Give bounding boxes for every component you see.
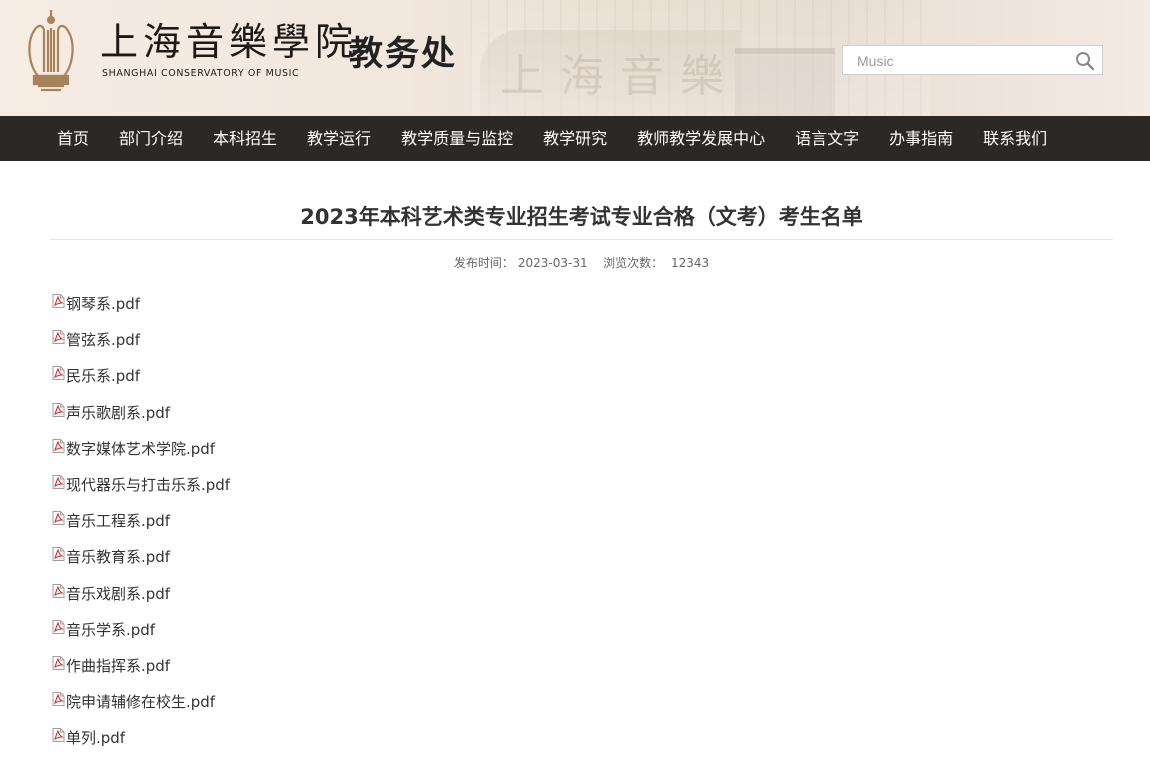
attachment-link[interactable]: 单列.pdf bbox=[66, 726, 125, 750]
attachment-link[interactable]: 院申请辅修在校生.pdf bbox=[66, 690, 215, 714]
attachment-item: 数字媒体艺术学院.pdf bbox=[52, 437, 230, 473]
nav-item-contact[interactable]: 联系我们 bbox=[968, 116, 1062, 161]
attachment-item: 声乐歌剧系.pdf bbox=[52, 401, 230, 437]
article-title: 2023年本科艺术类专业招生考试专业合格（文考）考生名单 bbox=[300, 205, 863, 229]
pdf-icon bbox=[52, 330, 65, 345]
main-navigation: 首页 部门介绍 本科招生 教学运行 教学质量与监控 教学研究 教师教学发展中心 … bbox=[0, 116, 1150, 161]
pdf-icon bbox=[52, 366, 65, 381]
title-divider bbox=[50, 239, 1113, 240]
lyre-logo-icon[interactable] bbox=[22, 6, 80, 96]
attachment-link[interactable]: 数字媒体艺术学院.pdf bbox=[66, 437, 215, 461]
pdf-icon bbox=[52, 655, 65, 670]
attachment-item: 音乐学系.pdf bbox=[52, 618, 230, 654]
views-count: 12343 bbox=[670, 256, 710, 270]
pdf-icon bbox=[52, 438, 65, 453]
views-label: 浏览次数： bbox=[603, 256, 664, 270]
site-header: 上海音樂 上海音樂學院 SHANGHAI CONSERVATORY OF MUS… bbox=[0, 0, 1150, 116]
publish-label: 发布时间： bbox=[453, 256, 514, 270]
attachment-list: 钢琴系.pdf 管弦系.pdf 民乐系.pdf 声乐歌剧系.pdf 数字媒体艺术… bbox=[52, 292, 230, 762]
attachment-item: 音乐教育系.pdf bbox=[52, 545, 230, 581]
search-input[interactable] bbox=[843, 46, 1079, 76]
logo-english-wordmark[interactable]: SHANGHAI CONSERVATORY OF MUSIC bbox=[102, 68, 299, 79]
attachment-item: 音乐戏剧系.pdf bbox=[52, 582, 230, 618]
pdf-icon bbox=[52, 547, 65, 562]
nav-item-home[interactable]: 首页 bbox=[42, 116, 104, 161]
nav-item-teaching-research[interactable]: 教学研究 bbox=[528, 116, 622, 161]
attachment-link[interactable]: 声乐歌剧系.pdf bbox=[66, 401, 170, 425]
search-icon[interactable] bbox=[1074, 50, 1096, 72]
attachment-item: 管弦系.pdf bbox=[52, 328, 230, 364]
nav-item-teaching-operations[interactable]: 教学运行 bbox=[292, 116, 386, 161]
pdf-icon bbox=[52, 511, 65, 526]
nav-item-guide[interactable]: 办事指南 bbox=[874, 116, 968, 161]
attachment-item: 作曲指挥系.pdf bbox=[52, 654, 230, 690]
attachment-link[interactable]: 管弦系.pdf bbox=[66, 328, 140, 352]
header-background-pillar bbox=[735, 48, 835, 116]
pdf-icon bbox=[52, 474, 65, 489]
search-box bbox=[842, 45, 1103, 76]
nav-item-language[interactable]: 语言文字 bbox=[780, 116, 874, 161]
header-background-wall-lettering: 上海音樂 bbox=[500, 51, 740, 102]
pdf-icon bbox=[52, 294, 65, 308]
attachment-link[interactable]: 音乐戏剧系.pdf bbox=[66, 582, 170, 606]
site-name: 教务处 bbox=[349, 34, 457, 74]
attachment-link[interactable]: 音乐教育系.pdf bbox=[66, 545, 170, 569]
article-meta: 发布时间： 2023-03-31 浏览次数： 12343 bbox=[50, 254, 1113, 271]
pdf-icon bbox=[52, 402, 65, 417]
attachment-item: 现代器乐与打击乐系.pdf bbox=[52, 473, 230, 509]
logo-chinese-wordmark[interactable]: 上海音樂學院 bbox=[100, 20, 358, 64]
attachment-link[interactable]: 音乐学系.pdf bbox=[66, 618, 155, 642]
attachment-link[interactable]: 作曲指挥系.pdf bbox=[66, 654, 170, 678]
pdf-icon bbox=[52, 692, 65, 707]
attachment-link[interactable]: 钢琴系.pdf bbox=[66, 292, 140, 316]
attachment-link[interactable]: 现代器乐与打击乐系.pdf bbox=[66, 473, 230, 497]
nav-item-admissions[interactable]: 本科招生 bbox=[198, 116, 292, 161]
publish-date: 2023-03-31 bbox=[517, 256, 588, 270]
attachment-item: 院申请辅修在校生.pdf bbox=[52, 690, 230, 726]
attachment-item: 单列.pdf bbox=[52, 726, 230, 762]
attachment-item: 音乐工程系.pdf bbox=[52, 509, 230, 545]
pdf-icon bbox=[52, 619, 65, 634]
nav-item-faculty-development[interactable]: 教师教学发展中心 bbox=[622, 116, 780, 161]
nav-item-quality-monitoring[interactable]: 教学质量与监控 bbox=[386, 116, 528, 161]
attachment-link[interactable]: 音乐工程系.pdf bbox=[66, 509, 170, 533]
nav-item-department[interactable]: 部门介绍 bbox=[104, 116, 198, 161]
pdf-icon bbox=[52, 728, 65, 743]
attachment-item: 民乐系.pdf bbox=[52, 364, 230, 400]
attachment-item: 钢琴系.pdf bbox=[52, 292, 230, 328]
pdf-icon bbox=[52, 583, 65, 598]
attachment-link[interactable]: 民乐系.pdf bbox=[66, 364, 140, 388]
